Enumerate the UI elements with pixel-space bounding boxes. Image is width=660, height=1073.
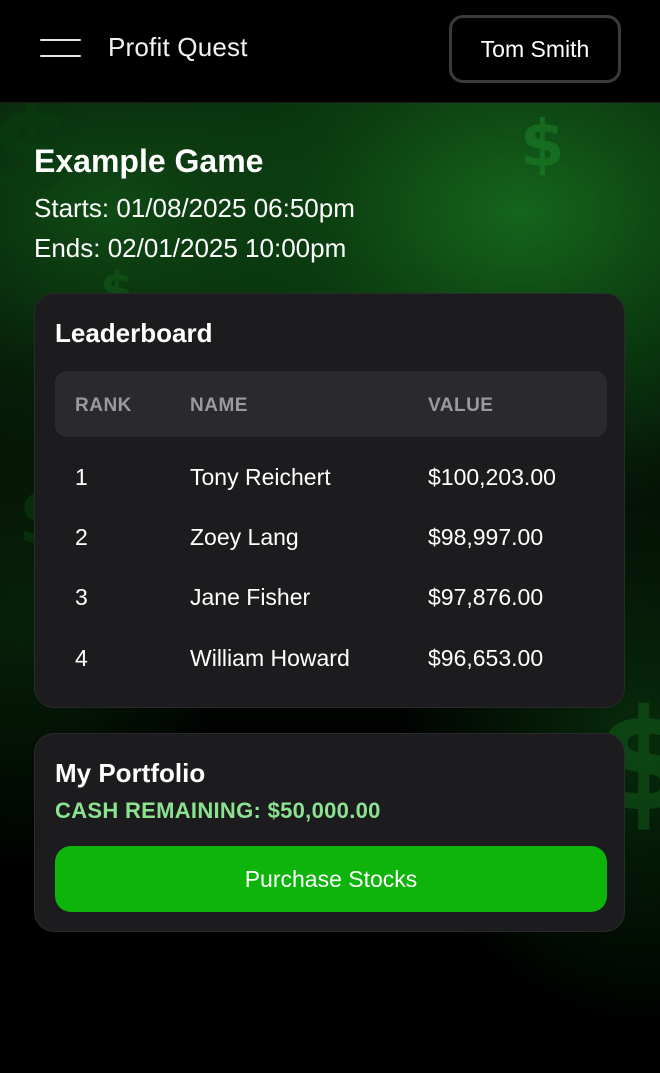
value-cell: $97,876.00 <box>428 584 544 610</box>
leaderboard-row: 1 Tony Reichert $100,203.00 <box>55 464 607 504</box>
rank-cell: 3 <box>75 584 88 610</box>
rank-cell: 1 <box>75 464 88 490</box>
portfolio-title: My Portfolio <box>55 758 206 788</box>
dollar-sign-decoration: $ <box>520 108 565 182</box>
game-start-time: Starts: 01/08/2025 06:50pm <box>34 193 355 223</box>
game-title: Example Game <box>34 143 264 179</box>
user-account-button[interactable]: Tom Smith <box>449 15 621 83</box>
value-cell: $100,203.00 <box>428 464 556 490</box>
app-title: Profit Quest <box>108 32 248 62</box>
top-navigation-bar: Profit Quest Tom Smith <box>0 0 660 103</box>
name-cell: Zoey Lang <box>190 524 299 550</box>
leaderboard-row: 2 Zoey Lang $98,997.00 <box>55 524 607 564</box>
purchase-stocks-button[interactable]: Purchase Stocks <box>55 846 607 912</box>
leaderboard-card: Leaderboard RANK NAME VALUE 1 Tony Reich… <box>34 293 625 708</box>
cash-remaining: CASH REMAINING: $50,000.00 <box>55 798 381 823</box>
column-header-value: VALUE <box>428 395 494 416</box>
rank-cell: 4 <box>75 645 88 671</box>
name-cell: William Howard <box>190 645 350 671</box>
value-cell: $96,653.00 <box>428 645 544 671</box>
leaderboard-title: Leaderboard <box>55 318 213 348</box>
column-header-rank: RANK <box>75 395 132 416</box>
leaderboard-row: 3 Jane Fisher $97,876.00 <box>55 584 607 624</box>
leaderboard-row: 4 William Howard $96,653.00 <box>55 645 607 685</box>
rank-cell: 2 <box>75 524 88 550</box>
menu-line <box>40 55 81 57</box>
portfolio-card: My Portfolio CASH REMAINING: $50,000.00 … <box>34 733 625 932</box>
name-cell: Tony Reichert <box>190 464 331 490</box>
menu-line <box>40 39 81 41</box>
leaderboard-table-header: RANK NAME VALUE <box>55 371 607 437</box>
column-header-name: NAME <box>190 395 248 416</box>
game-end-time: Ends: 02/01/2025 10:00pm <box>34 233 347 263</box>
value-cell: $98,997.00 <box>428 524 544 550</box>
hamburger-menu-icon[interactable] <box>40 38 81 58</box>
name-cell: Jane Fisher <box>190 584 311 610</box>
